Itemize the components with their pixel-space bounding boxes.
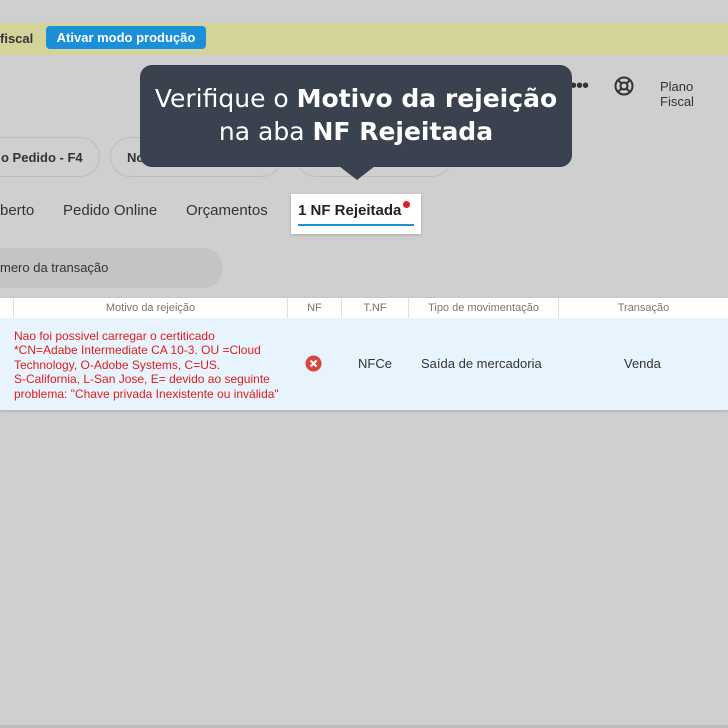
tab-online-order[interactable]: Pedido Online [63,202,157,219]
activate-production-button[interactable]: Ativar modo produção [46,26,206,49]
movement-type-cell: Saída de mercadoria [421,356,542,371]
active-tab-underline [298,224,414,226]
lifebuoy-icon[interactable] [613,75,635,97]
transaction-search [0,248,223,288]
coach-mark-tooltip: Verifique o Motivo da rejeição na aba NF… [140,65,572,167]
tab-open[interactable]: berto [0,202,34,219]
table-header: Motivo da rejeição NF T.NF Tipo de movim… [0,298,728,318]
column-header-nf[interactable]: NF [287,298,341,318]
tooltip-text: na aba [218,117,313,146]
reason-line: S-California, L-San Jose, E= devido ao s… [14,372,270,387]
pill-label: o Pedido - F4 [1,149,83,165]
column-header-tnf[interactable]: T.NF [341,298,408,318]
tooltip-line-1: Verifique o Motivo da rejeição [140,82,572,115]
tooltip-arrow [339,166,375,180]
column-header-transaction[interactable]: Transação [558,298,728,318]
reason-line: Technology, O-Adobe Systems, C=US. [14,357,221,372]
rejection-reason: Nao foi possivel carregar o certiticado … [14,329,286,401]
reason-line: *CN=Adabe Intermediate CA 10-3. OU =Clou… [14,343,261,358]
alert-dot-icon [403,201,410,208]
tab-rejected-nf-label: 1 NF Rejeitada [298,202,402,219]
column-header-movement-type[interactable]: Tipo de movimentação [408,298,558,318]
new-order-pill[interactable]: o Pedido - F4 [0,137,100,177]
error-x-icon [305,355,322,372]
tab-quotes[interactable]: Orçamentos [186,202,268,219]
transaction-cell: Venda [624,356,661,371]
reason-line: problema: "Chave privada Inexistente ou … [14,386,279,401]
tooltip-text: Verifique o [154,84,297,113]
environment-banner: fiscal Ativar modo produção [0,23,728,55]
table-row[interactable]: Nao foi possivel carregar o certiticado … [0,318,728,410]
plan-label[interactable]: Plano Fiscal [660,79,728,109]
reason-line: Nao foi possivel carregar o certiticado [14,329,215,343]
rejected-nf-table: Motivo da rejeição NF T.NF Tipo de movim… [0,298,728,410]
tnf-cell: NFCe [358,356,392,371]
tooltip-bold: Motivo da rejeição [296,84,558,113]
tooltip-line-2: na aba NF Rejeitada [140,115,572,148]
column-header-reason[interactable]: Motivo da rejeição [13,298,287,318]
more-icon[interactable]: ••• [570,76,589,96]
search-input[interactable] [0,260,210,275]
tooltip-bold: NF Rejeitada [312,117,494,146]
banner-text: fiscal [0,31,34,46]
